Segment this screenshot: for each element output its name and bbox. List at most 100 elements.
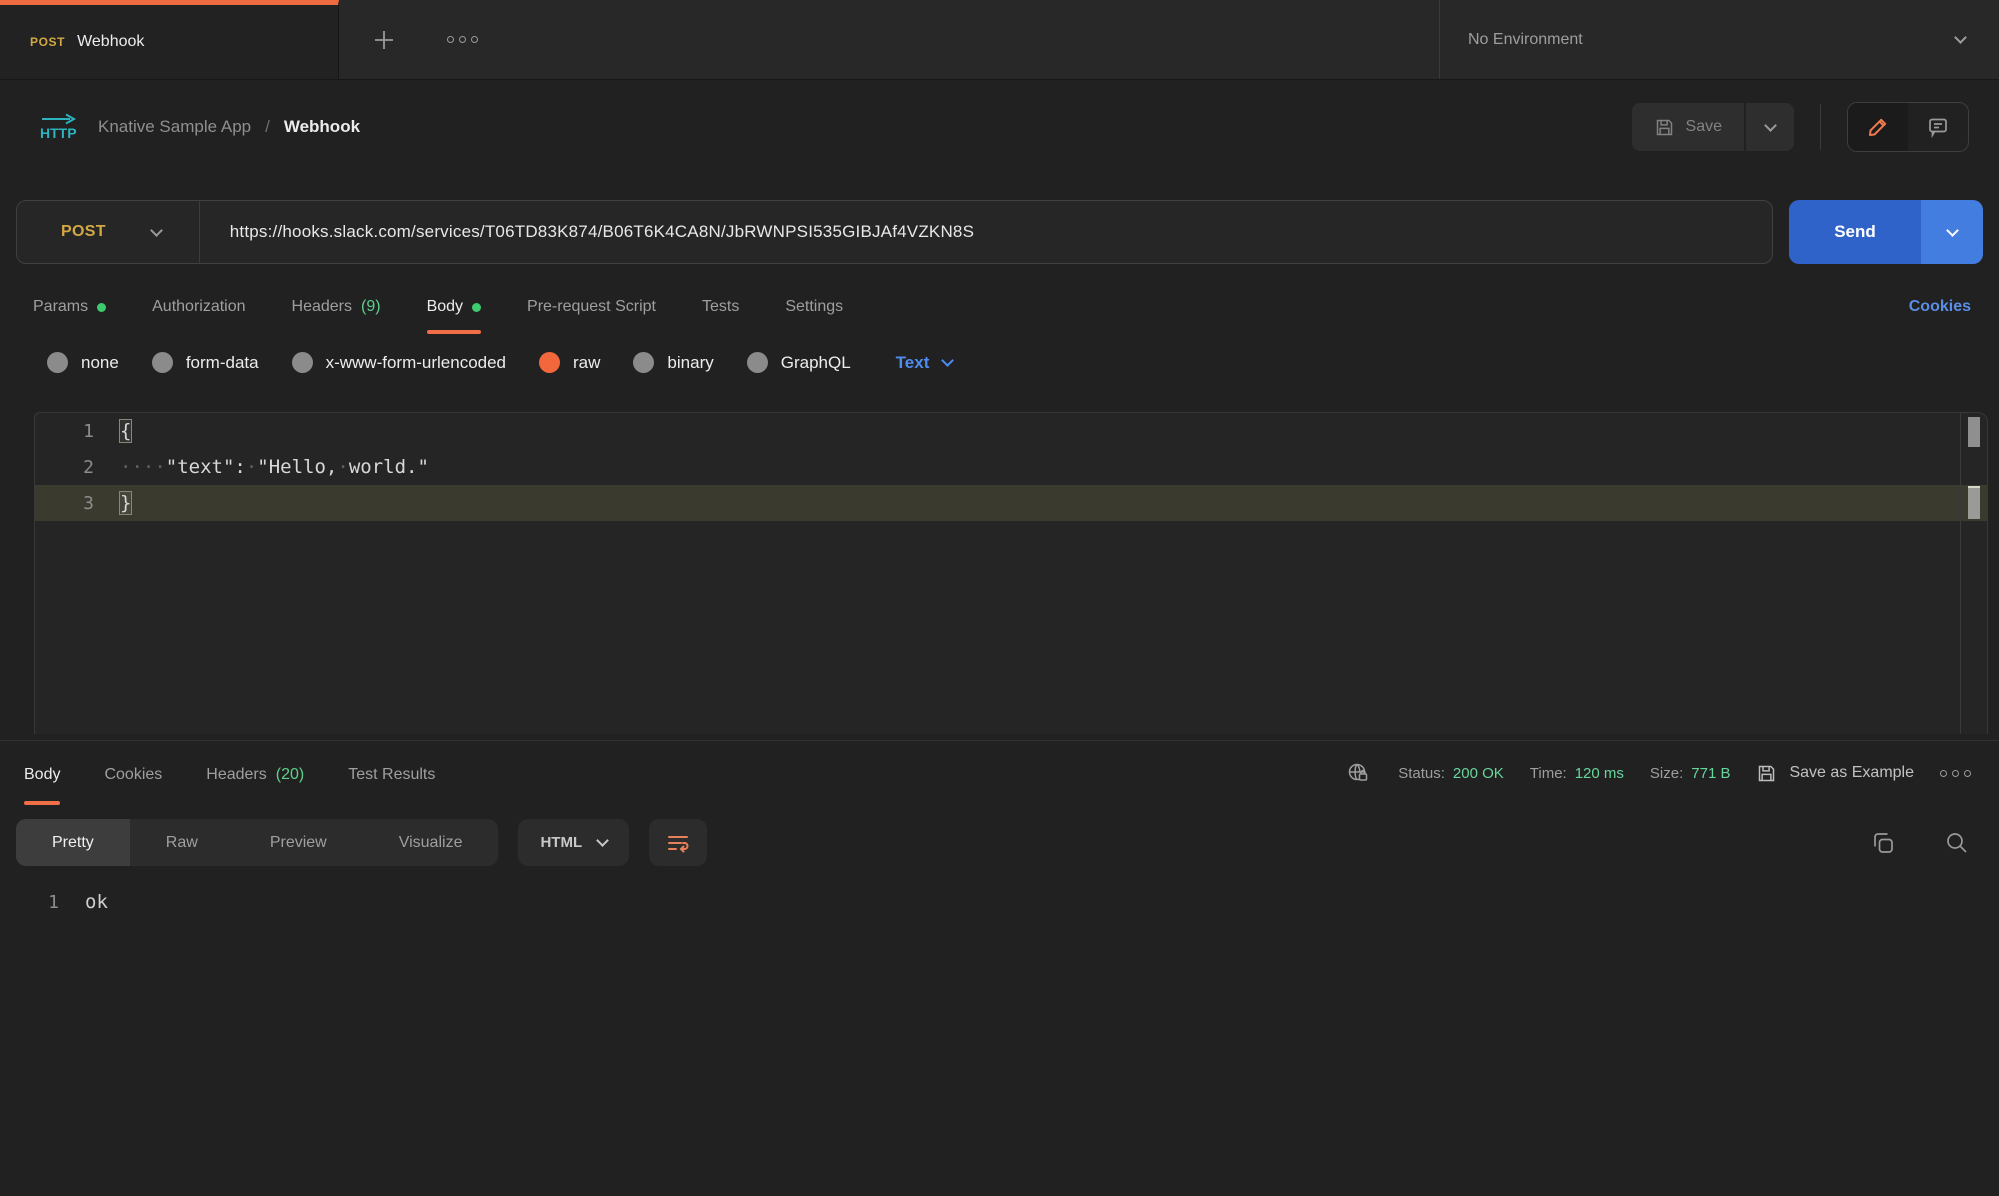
cookies-link[interactable]: Cookies	[1909, 298, 1971, 334]
tab-authorization[interactable]: Authorization	[152, 284, 245, 334]
body-type-graphql[interactable]: GraphQL	[747, 352, 851, 373]
view-tab-preview[interactable]: Preview	[234, 819, 363, 866]
breadcrumb-collection[interactable]: Knative Sample App	[98, 117, 251, 137]
copy-icon[interactable]	[1869, 829, 1897, 857]
breadcrumb-separator: /	[265, 117, 270, 137]
method-selector[interactable]: POST	[17, 223, 106, 241]
tab-label: Tests	[702, 298, 739, 316]
tab-params[interactable]: Params	[33, 284, 106, 334]
editor-line: 1{	[35, 413, 1987, 449]
view-tab-visualize[interactable]: Visualize	[363, 819, 499, 866]
mode-toggle-group	[1847, 102, 1969, 152]
body-type-form-data[interactable]: form-data	[152, 352, 259, 373]
cursor-line-marker[interactable]	[1968, 486, 1980, 519]
request-tab-webhook[interactable]: POST Webhook	[0, 0, 339, 79]
tab-label: Headers	[206, 766, 266, 784]
chevron-down-icon	[1946, 224, 1959, 237]
url-row: POST https://hooks.slack.com/services/T0…	[16, 200, 1983, 264]
raw-format-selector[interactable]: Text	[896, 353, 953, 373]
save-floppy-icon	[1654, 117, 1675, 138]
environment-label: No Environment	[1468, 31, 1583, 49]
body-type-binary[interactable]: binary	[633, 352, 713, 373]
response-text: ok	[85, 891, 108, 913]
code-text: {	[120, 420, 131, 442]
wrap-lines-button[interactable]	[649, 819, 707, 866]
scrollbar-thumb[interactable]	[1968, 417, 1980, 447]
time-label: Time:	[1530, 765, 1567, 782]
tab-pre-request-script[interactable]: Pre-request Script	[527, 284, 656, 334]
svg-text:HTTP: HTTP	[40, 125, 77, 141]
search-icon[interactable]	[1943, 829, 1971, 857]
save-button[interactable]: Save	[1632, 103, 1744, 151]
request-tab-title: Webhook	[77, 33, 144, 51]
radio-label: binary	[667, 353, 713, 373]
save-as-example-label: Save as Example	[1789, 764, 1914, 782]
radio-icon	[152, 352, 173, 373]
tab-options-button[interactable]	[445, 23, 479, 57]
request-header-actions: Save	[1632, 102, 1969, 152]
request-body-editor[interactable]: 1{2····"text":·"Hello,·world."3}	[34, 412, 1988, 734]
request-tab-method: POST	[30, 35, 65, 49]
response-tab-headers[interactable]: Headers(20)	[206, 741, 304, 805]
response-tab-body[interactable]: Body	[24, 741, 60, 805]
radio-icon	[539, 352, 560, 373]
tab-label: Body	[427, 298, 463, 316]
whitespace-dots: ·	[337, 456, 348, 478]
tab-count: (9)	[361, 298, 381, 316]
body-type-none[interactable]: none	[47, 352, 119, 373]
send-options-button[interactable]	[1921, 200, 1983, 264]
line-number: 3	[35, 493, 120, 514]
tab-label: Settings	[785, 298, 843, 316]
tab-label: Body	[24, 766, 60, 784]
body-type-raw[interactable]: raw	[539, 352, 600, 373]
save-options-button[interactable]	[1746, 103, 1794, 151]
response-tab-test-results[interactable]: Test Results	[348, 741, 435, 805]
request-header: HTTP Knative Sample App / Webhook Save	[0, 80, 1999, 174]
tab-label: Headers	[292, 298, 352, 316]
chevron-down-icon[interactable]	[150, 224, 163, 237]
comments-button[interactable]	[1908, 103, 1968, 151]
divider	[1820, 104, 1821, 150]
tab-bar: POST Webhook No Environment	[0, 0, 1999, 80]
response-tab-cookies[interactable]: Cookies	[104, 741, 162, 805]
radio-label: form-data	[186, 353, 259, 373]
url-input[interactable]: https://hooks.slack.com/services/T06TD83…	[200, 222, 974, 242]
tab-settings[interactable]: Settings	[785, 284, 843, 334]
plus-icon	[371, 27, 397, 53]
response-options-button[interactable]	[1940, 770, 1971, 777]
unsaved-changes-dot	[472, 303, 481, 312]
body-type-x-www-form-urlencoded[interactable]: x-www-form-urlencoded	[292, 352, 506, 373]
view-tab-pretty[interactable]: Pretty	[16, 819, 130, 866]
response-body[interactable]: 1ok	[0, 884, 1999, 920]
globe-lock-icon	[1346, 760, 1372, 786]
tab-headers[interactable]: Headers (9)	[292, 284, 381, 334]
radio-label: x-www-form-urlencoded	[326, 353, 506, 373]
size-value: 771 B	[1691, 765, 1730, 782]
unsaved-changes-dot	[97, 303, 106, 312]
time-badge[interactable]: Time: 120 ms	[1530, 765, 1624, 782]
size-badge[interactable]: Size: 771 B	[1650, 765, 1731, 782]
send-button[interactable]: Send	[1789, 200, 1921, 264]
save-as-example-button[interactable]: Save as Example	[1756, 763, 1914, 784]
code-text: world."	[349, 456, 429, 478]
response-format-selector[interactable]: HTML	[518, 819, 629, 866]
edit-mode-button[interactable]	[1848, 103, 1908, 151]
response-section: Body Cookies Headers(20) Test Results Statu…	[0, 740, 1999, 920]
response-header: Body Cookies Headers(20) Test Results Statu…	[0, 741, 1999, 805]
comment-icon	[1926, 115, 1950, 139]
tab-body[interactable]: Body	[427, 284, 481, 334]
environment-selector[interactable]: No Environment	[1439, 0, 1999, 79]
editor-lines: 1{2····"text":·"Hello,·world."3}	[35, 413, 1987, 521]
breadcrumb-request-name[interactable]: Webhook	[284, 117, 360, 137]
line-number: 1	[0, 892, 85, 913]
status-badge[interactable]: Status: 200 OK	[1398, 765, 1504, 782]
request-tabs: Params Authorization Headers (9) Body Pre-req…	[33, 284, 1971, 334]
chevron-down-icon	[596, 834, 609, 847]
http-badge-icon: HTTP	[36, 111, 80, 143]
tab-tests[interactable]: Tests	[702, 284, 739, 334]
app-window: POST Webhook No Environment HTTP Knative…	[0, 0, 1999, 920]
new-tab-button[interactable]	[367, 23, 401, 57]
save-button-label: Save	[1686, 118, 1722, 136]
view-tab-raw[interactable]: Raw	[130, 819, 234, 866]
raw-format-label: Text	[896, 353, 930, 373]
